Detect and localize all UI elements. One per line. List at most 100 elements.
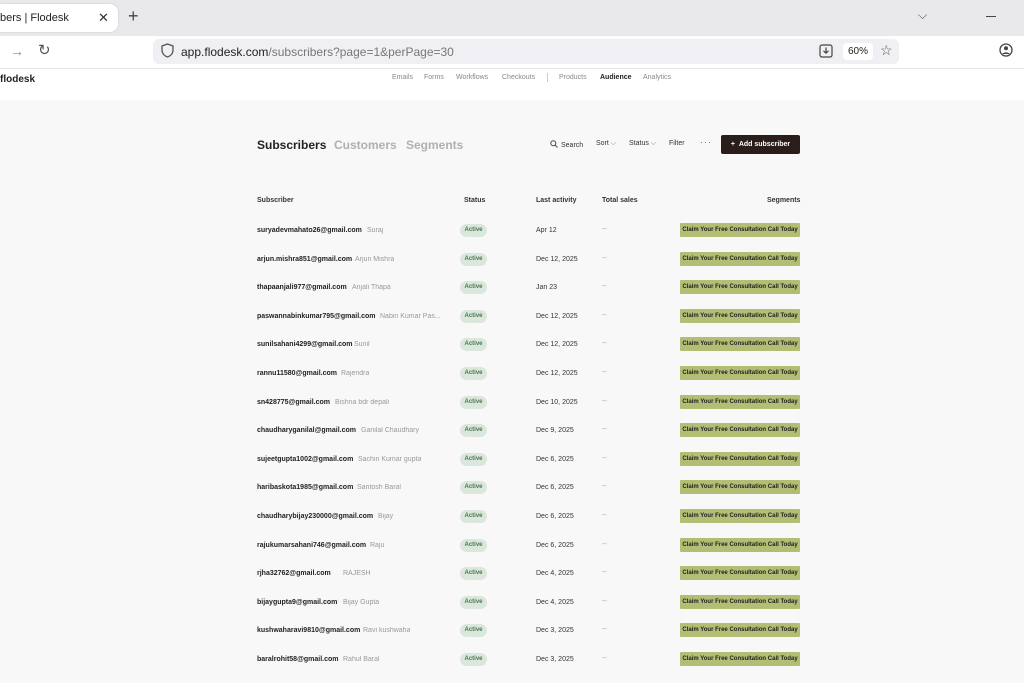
segment-tag[interactable]: Claim Your Free Consultation Call Today xyxy=(680,366,800,380)
table-row[interactable]: sujeetgupta1002@gmail.com Sachin Kumar gu… xyxy=(257,448,800,477)
status-badge: Active xyxy=(460,538,487,552)
add-subscriber-button[interactable]: + Add subscriber xyxy=(721,135,800,154)
logo[interactable]: flodesk xyxy=(0,74,35,85)
column-subscriber[interactable]: Subscriber xyxy=(257,197,294,204)
segment-tag[interactable]: Claim Your Free Consultation Call Today xyxy=(680,280,800,295)
chevron-down-icon[interactable]: ⌵ xyxy=(918,8,927,23)
subscriber-email[interactable]: chaudharybijay230000@gmail.com xyxy=(257,513,373,520)
total-sales: -- xyxy=(602,626,607,634)
segment-tag[interactable]: Claim Your Free Consultation Call Today xyxy=(680,652,800,666)
reload-icon[interactable]: ↻ xyxy=(38,41,51,59)
tab-customers[interactable]: Customers xyxy=(334,138,397,152)
status-button[interactable]: Status ⌵ xyxy=(629,140,656,148)
url-bar[interactable]: app.flodesk.com/subscribers?page=1&perPa… xyxy=(153,39,899,64)
table-row[interactable]: rjha32762@gmail.com RAJESH Active Dec 4, 20… xyxy=(257,562,800,591)
subscriber-email[interactable]: sujeetgupta1002@gmail.com xyxy=(257,456,353,463)
status-badge: Active xyxy=(460,653,487,666)
total-sales: -- xyxy=(602,397,607,405)
column-segments[interactable]: Segments xyxy=(767,197,800,204)
zoom-level[interactable]: 60% xyxy=(843,43,874,60)
last-activity: Dec 6, 2025 xyxy=(536,513,574,520)
subscriber-email[interactable]: haribaskota1985@gmail.com xyxy=(257,484,353,491)
table-row[interactable]: haribaskota1985@gmail.com Santosh Baral Ac… xyxy=(257,476,800,505)
segment-tag[interactable]: Claim Your Free Consultation Call Today xyxy=(680,594,800,609)
download-icon[interactable] xyxy=(819,44,833,58)
table-row[interactable]: chaudharyganilal@gmail.com Ganilal Chaudh… xyxy=(257,419,800,448)
more-options-icon[interactable]: ··· xyxy=(700,137,712,147)
nav-workflows[interactable]: Workflows xyxy=(456,74,488,81)
status-badge: Active xyxy=(460,224,487,237)
nav-emails[interactable]: Emails xyxy=(392,74,413,81)
table-row[interactable]: chaudharybijay230000@gmail.com Bijay Activ… xyxy=(257,505,800,534)
forward-icon[interactable]: → xyxy=(10,43,24,59)
nav-audience[interactable]: Audience xyxy=(600,74,632,81)
segment-tag[interactable]: Claim Your Free Consultation Call Today xyxy=(680,251,800,266)
table-row[interactable]: bijaygupta9@gmail.com Bijay Gupta Active De… xyxy=(257,591,800,620)
minimize-icon[interactable] xyxy=(986,16,996,17)
subscriber-email[interactable]: bijaygupta9@gmail.com xyxy=(257,599,337,606)
subscriber-email[interactable]: thapaanjali977@gmail.com xyxy=(257,284,347,291)
segment-tag[interactable]: Claim Your Free Consultation Call Today xyxy=(680,566,800,581)
subscriber-email[interactable]: arjun.mishra851@gmail.com xyxy=(257,256,352,263)
column-total-sales[interactable]: Total sales xyxy=(602,197,638,204)
status-badge: Active xyxy=(460,338,487,352)
subscriber-email[interactable]: suryadevmahato26@gmail.com xyxy=(257,227,362,234)
new-tab-icon[interactable]: + xyxy=(128,7,139,25)
account-icon[interactable] xyxy=(999,43,1013,57)
tab-subscribers[interactable]: Subscribers xyxy=(257,138,326,152)
subscriber-email[interactable]: rjha32762@gmail.com xyxy=(257,570,331,577)
column-status[interactable]: Status xyxy=(464,197,485,204)
nav-analytics[interactable]: Analytics xyxy=(643,74,671,81)
table-row[interactable]: arjun.mishra851@gmail.com Arjun Mishra Act… xyxy=(257,248,800,277)
subscriber-email[interactable]: kushwaharavi9810@gmail.com xyxy=(257,627,360,634)
segment-tag[interactable]: Claim Your Free Consultation Call Today xyxy=(680,509,800,523)
table-row[interactable]: sunilsahani4299@gmail.com Sunil Active Dec … xyxy=(257,333,800,362)
segment-tag[interactable]: Claim Your Free Consultation Call Today xyxy=(680,623,800,638)
filter-button[interactable]: Filter xyxy=(669,140,685,147)
subscriber-email[interactable]: baralrohit58@gmail.com xyxy=(257,656,339,663)
last-activity: Dec 6, 2025 xyxy=(536,455,574,463)
plus-icon: + xyxy=(730,141,735,148)
segment-tag[interactable]: Claim Your Free Consultation Call Today xyxy=(680,337,800,352)
tab-segments[interactable]: Segments xyxy=(406,138,463,152)
segment-tag[interactable]: Claim Your Free Consultation Call Today xyxy=(680,394,800,409)
status-badge: Active xyxy=(460,309,487,323)
segment-tag[interactable]: Claim Your Free Consultation Call Today xyxy=(680,480,800,495)
subscriber-email[interactable]: rannu11580@gmail.com xyxy=(257,370,337,377)
segment-tag[interactable]: Claim Your Free Consultation Call Today xyxy=(680,308,800,323)
table-row[interactable]: sn428775@gmail.com Bishna bdr depali Activ… xyxy=(257,391,800,420)
table-row[interactable]: suryadevmahato26@gmail.com Suraj Active Apr… xyxy=(257,219,800,248)
status-badge: Active xyxy=(460,367,487,380)
sort-button[interactable]: Sort ⌵ xyxy=(596,140,616,148)
table-row[interactable]: kushwaharavi9810@gmail.com Ravi kushwaha A… xyxy=(257,619,800,648)
total-sales: -- xyxy=(602,483,607,491)
table-row[interactable]: paswannabinkumar795@gmail.com Nabin Kumar… xyxy=(257,305,800,334)
total-sales: -- xyxy=(602,597,607,605)
shield-icon xyxy=(161,43,174,58)
last-activity: Dec 12, 2025 xyxy=(536,341,578,349)
segment-tag[interactable]: Claim Your Free Consultation Call Today xyxy=(680,451,800,466)
browser-tab[interactable]: bers | Flodesk ✕ xyxy=(0,4,118,32)
segment-tag[interactable]: Claim Your Free Consultation Call Today xyxy=(680,423,800,438)
segment-tag[interactable]: Claim Your Free Consultation Call Today xyxy=(680,537,800,552)
subscriber-name: Ravi kushwaha xyxy=(363,627,411,635)
app-header: flodesk Emails Forms Workflows Checkouts… xyxy=(0,69,1024,100)
table-row[interactable]: rajukumarsahani746@gmail.com Raju Active De… xyxy=(257,534,800,563)
subscriber-email[interactable]: chaudharyganilal@gmail.com xyxy=(257,427,356,434)
table-row[interactable]: rannu11580@gmail.com Rajendra Active Dec 12… xyxy=(257,362,800,391)
close-icon[interactable]: ✕ xyxy=(98,10,109,26)
subscriber-email[interactable]: sunilsahani4299@gmail.com xyxy=(257,341,353,348)
subscriber-email[interactable]: rajukumarsahani746@gmail.com xyxy=(257,542,366,549)
total-sales: -- xyxy=(602,655,607,662)
nav-checkouts[interactable]: Checkouts xyxy=(502,74,535,81)
nav-forms[interactable]: Forms xyxy=(424,74,444,81)
bookmark-star-icon[interactable]: ☆ xyxy=(880,42,893,59)
table-row[interactable]: baralrohit58@gmail.com Rahul Baral Active D… xyxy=(257,648,800,677)
subscriber-email[interactable]: paswannabinkumar795@gmail.com xyxy=(257,313,375,320)
column-last-activity[interactable]: Last activity xyxy=(536,197,576,204)
nav-products[interactable]: Products xyxy=(559,74,587,81)
table-row[interactable]: thapaanjali977@gmail.com Anjali Thapa Acti… xyxy=(257,276,800,305)
search-button[interactable]: Search xyxy=(550,140,583,149)
segment-tag[interactable]: Claim Your Free Consultation Call Today xyxy=(680,223,800,237)
subscriber-email[interactable]: sn428775@gmail.com xyxy=(257,399,330,406)
